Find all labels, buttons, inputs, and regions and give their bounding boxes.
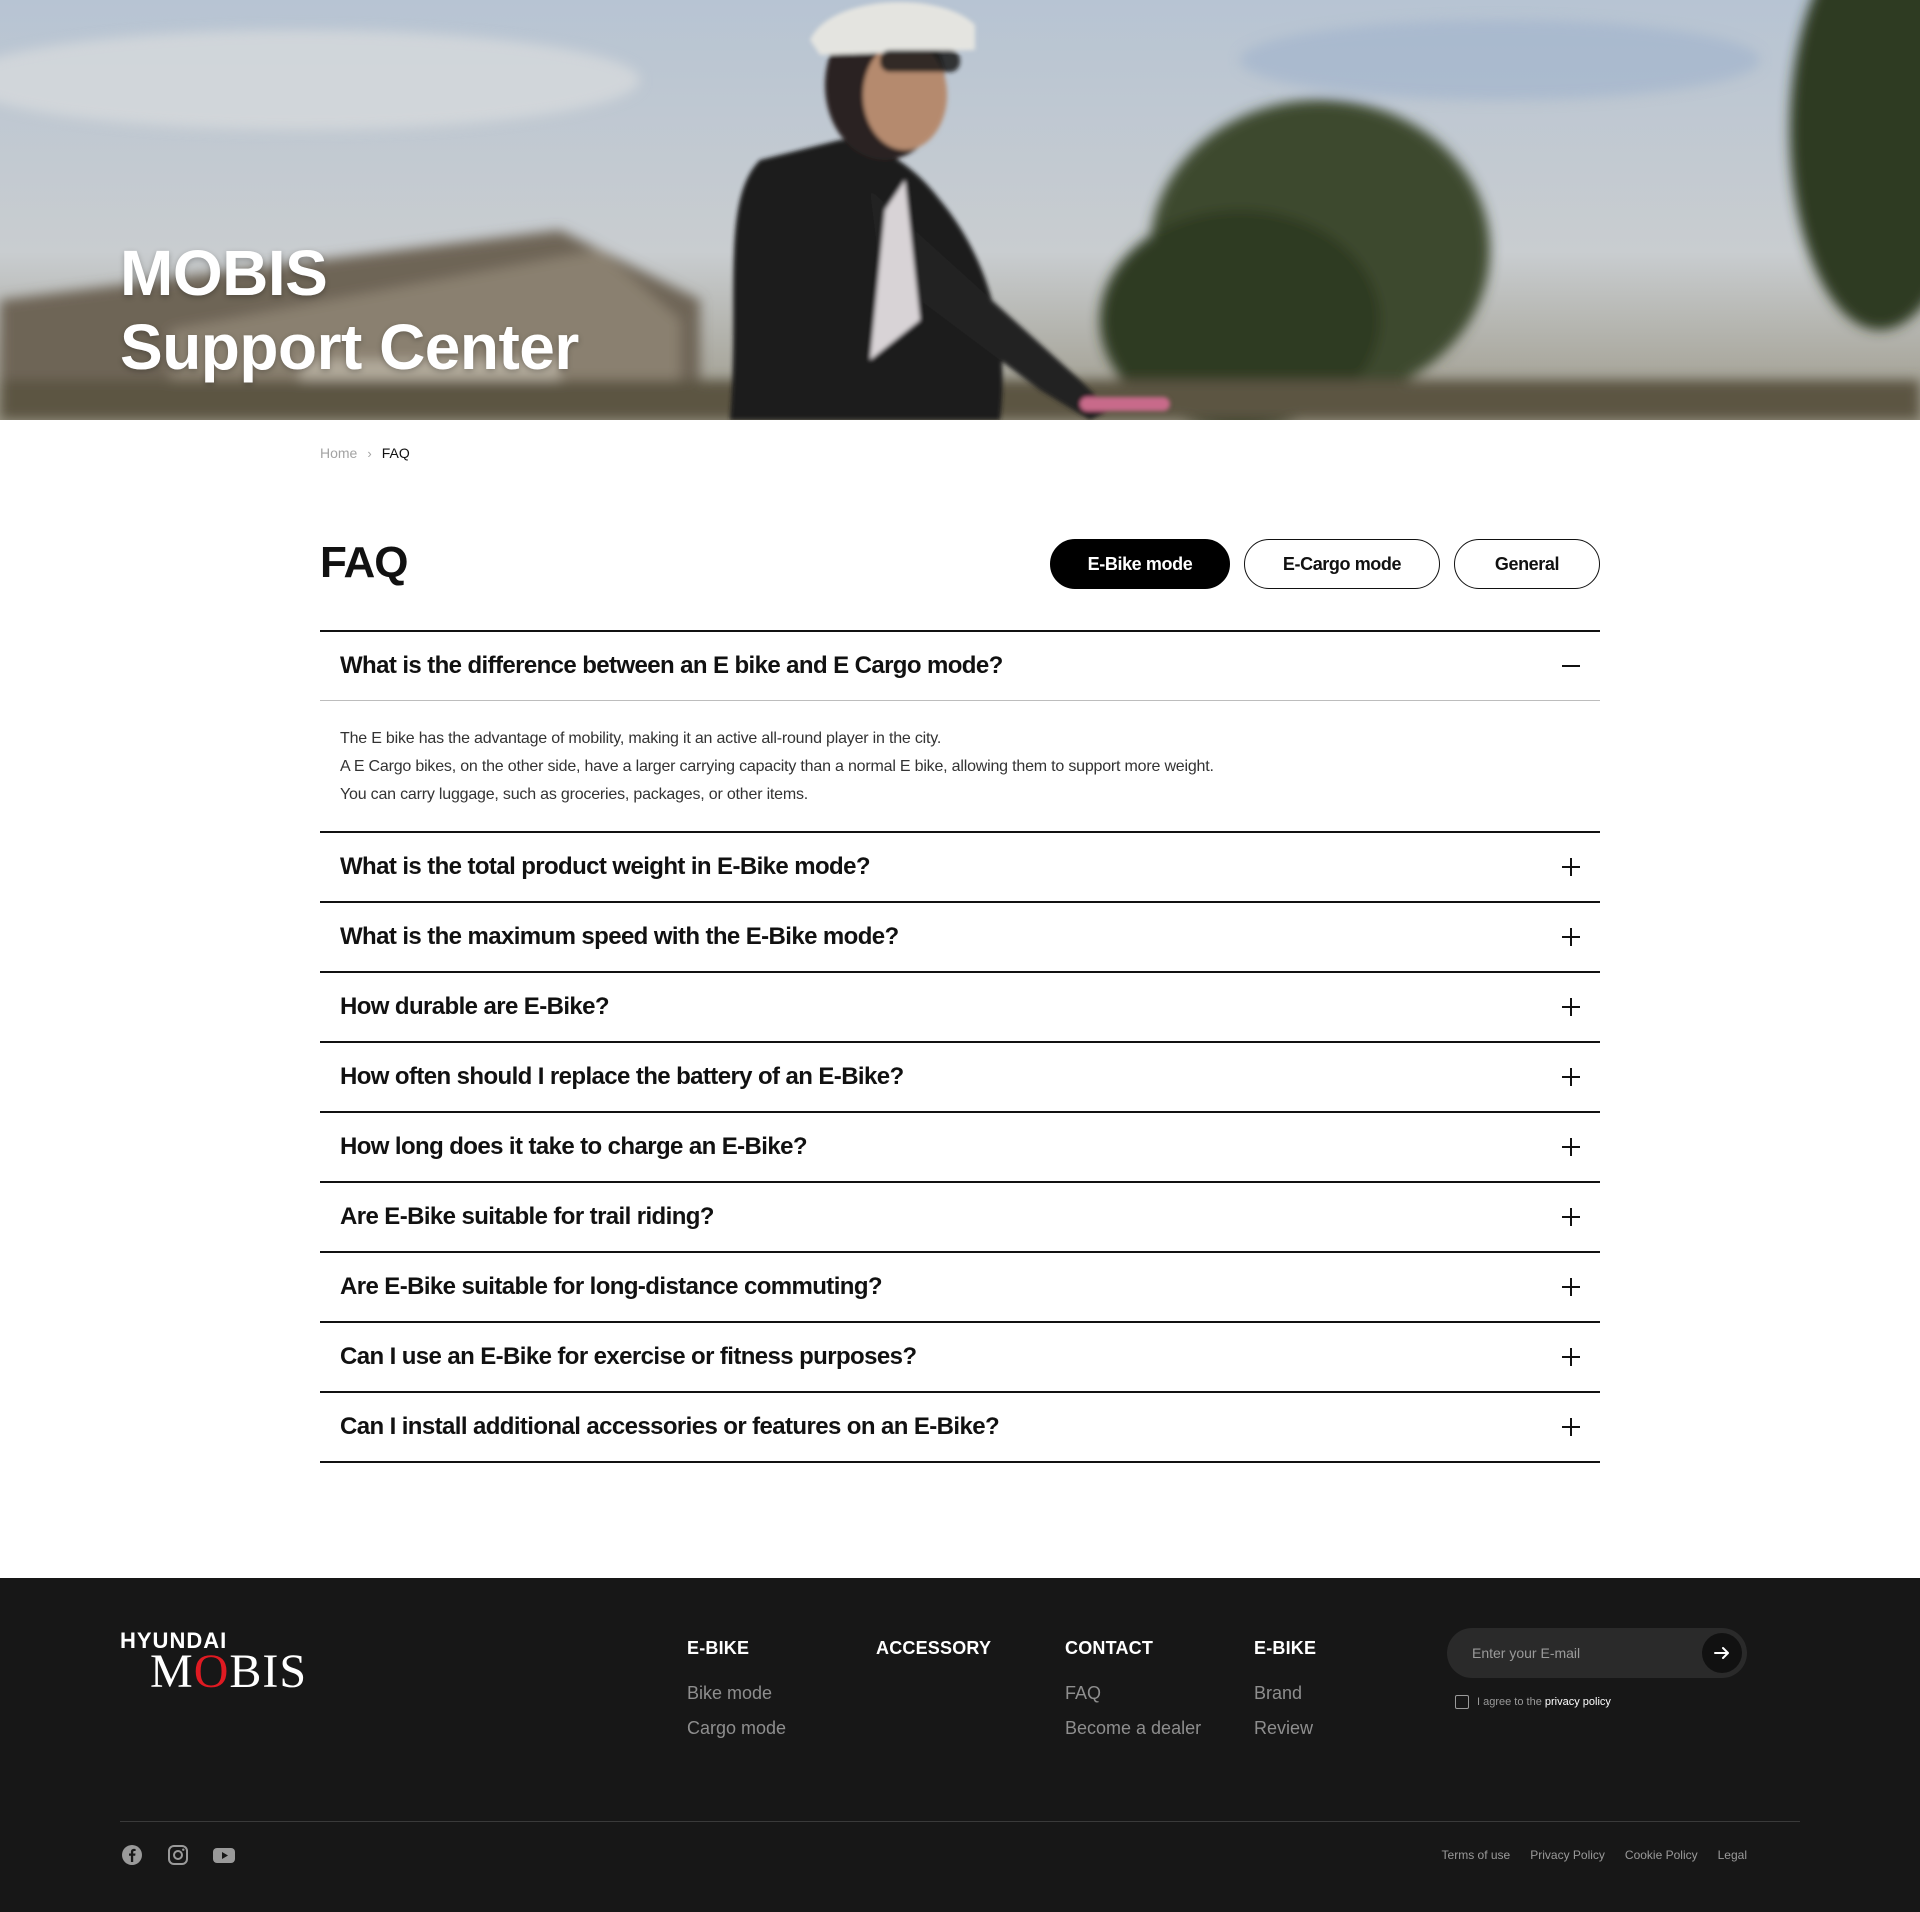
plus-icon[interactable]: [1562, 1068, 1580, 1086]
faq-item: Can I install additional accessories or …: [320, 1393, 1600, 1463]
faq-question: Are E-Bike suitable for trail riding?: [340, 1203, 714, 1230]
faq-item: What is the difference between an E bike…: [320, 632, 1600, 833]
footer-column-heading: CONTACT: [1065, 1638, 1154, 1658]
faq-accordion: What is the difference between an E bike…: [320, 630, 1600, 1463]
social-links: [120, 1843, 236, 1867]
faq-question: Can I use an E-Bike for exercise or fitn…: [340, 1343, 917, 1370]
faq-item: Can I use an E-Bike for exercise or fitn…: [320, 1323, 1600, 1393]
faq-question: Are E-Bike suitable for long-distance co…: [340, 1273, 883, 1300]
faq-question-row[interactable]: What is the maximum speed with the E-Bik…: [320, 903, 1600, 971]
faq-item: How often should I replace the battery o…: [320, 1043, 1600, 1113]
breadcrumb-home-link[interactable]: Home: [320, 445, 357, 461]
faq-question-row[interactable]: Are E-Bike suitable for trail riding?: [320, 1183, 1600, 1251]
faq-question: What is the maximum speed with the E-Bik…: [340, 923, 899, 950]
footer-column-e-bike-2: E-BIKE Brand Review: [1254, 1638, 1316, 1753]
breadcrumb: Home › FAQ: [320, 445, 410, 461]
newsletter-form: [1447, 1628, 1747, 1678]
minus-icon[interactable]: [1562, 657, 1580, 675]
footer-column-heading: E-BIKE: [687, 1638, 750, 1658]
tab-e-cargo-mode[interactable]: E-Cargo mode: [1244, 539, 1440, 589]
hero-title-line1: MOBIS: [120, 237, 328, 309]
plus-icon[interactable]: [1562, 928, 1580, 946]
faq-item: Are E-Bike suitable for trail riding?: [320, 1183, 1600, 1253]
footer-link-review[interactable]: Review: [1254, 1718, 1316, 1739]
tab-general[interactable]: General: [1454, 539, 1600, 589]
plus-icon[interactable]: [1562, 1138, 1580, 1156]
faq-question: What is the difference between an E bike…: [340, 652, 1003, 679]
footer-divider: [120, 1821, 1800, 1822]
plus-icon[interactable]: [1562, 1418, 1580, 1436]
faq-item: Are E-Bike suitable for long-distance co…: [320, 1253, 1600, 1323]
faq-question-row[interactable]: Can I install additional accessories or …: [320, 1393, 1600, 1461]
privacy-agree-label: I agree to the privacy policy: [1477, 1696, 1611, 1708]
plus-icon[interactable]: [1562, 858, 1580, 876]
hyundai-mobis-logo[interactable]: HYUNDAI MOBIS: [120, 1628, 306, 1698]
plus-icon[interactable]: [1562, 1348, 1580, 1366]
footer-column-heading: E-BIKE: [1254, 1638, 1317, 1658]
privacy-policy-link[interactable]: privacy policy: [1545, 1696, 1611, 1708]
faq-question-row[interactable]: How long does it take to charge an E-Bik…: [320, 1113, 1600, 1181]
hero-banner: MOBIS Support Center: [0, 0, 1920, 420]
logo-mobis-text: MOBIS: [150, 1644, 307, 1699]
cookie-policy-link[interactable]: Cookie Policy: [1625, 1848, 1698, 1862]
footer-link-become-dealer[interactable]: Become a dealer: [1065, 1718, 1201, 1739]
faq-item: What is the maximum speed with the E-Bik…: [320, 903, 1600, 973]
chevron-right-icon: ›: [367, 445, 372, 461]
faq-question-row[interactable]: Can I use an E-Bike for exercise or fitn…: [320, 1323, 1600, 1391]
faq-question-row[interactable]: What is the difference between an E bike…: [320, 632, 1600, 701]
breadcrumb-current: FAQ: [381, 445, 410, 461]
plus-icon[interactable]: [1562, 998, 1580, 1016]
plus-icon[interactable]: [1562, 1278, 1580, 1296]
faq-item: How long does it take to charge an E-Bik…: [320, 1113, 1600, 1183]
faq-category-tabs: E-Bike mode E-Cargo mode General: [1050, 539, 1600, 589]
faq-question-row[interactable]: How often should I replace the battery o…: [320, 1043, 1600, 1111]
faq-question: How durable are E-Bike?: [340, 993, 610, 1020]
privacy-agree: I agree to the privacy policy: [1455, 1695, 1611, 1709]
site-footer: HYUNDAI MOBIS E-BIKE Bike mode Cargo mod…: [0, 1578, 1920, 1912]
submit-arrow-button[interactable]: [1702, 1633, 1742, 1673]
faq-question: Can I install additional accessories or …: [340, 1413, 1000, 1440]
footer-column-contact: CONTACT FAQ Become a dealer: [1065, 1638, 1201, 1753]
faq-answer: The E bike has the advantage of mobility…: [320, 701, 1600, 831]
privacy-checkbox[interactable]: [1455, 1695, 1469, 1709]
footer-column-heading[interactable]: ACCESSORY: [876, 1638, 991, 1659]
arrow-right-icon: [1714, 1647, 1729, 1659]
page-title: FAQ: [320, 538, 408, 587]
tab-e-bike-mode[interactable]: E-Bike mode: [1050, 539, 1230, 589]
footer-column-accessory: ACCESSORY: [876, 1638, 991, 1683]
faq-question: How often should I replace the battery o…: [340, 1063, 904, 1090]
logo-mobis-o: O: [193, 1645, 230, 1698]
logo-mobis-m: M: [150, 1645, 194, 1698]
faq-answer-line: A E Cargo bikes, on the other side, have…: [340, 758, 1214, 775]
hero-title: MOBIS Support Center: [120, 236, 579, 384]
terms-of-use-link[interactable]: Terms of use: [1442, 1848, 1511, 1862]
logo-mobis-bis: BIS: [229, 1645, 308, 1698]
faq-answer-line: The E bike has the advantage of mobility…: [340, 730, 942, 747]
hero-title-line2: Support Center: [120, 311, 579, 383]
facebook-icon[interactable]: [120, 1843, 144, 1867]
footer-link-faq[interactable]: FAQ: [1065, 1683, 1201, 1704]
faq-question-row[interactable]: What is the total product weight in E-Bi…: [320, 833, 1600, 901]
plus-icon[interactable]: [1562, 1208, 1580, 1226]
privacy-agree-prefix: I agree to the: [1477, 1696, 1545, 1708]
privacy-policy-footer-link[interactable]: Privacy Policy: [1530, 1848, 1605, 1862]
instagram-icon[interactable]: [166, 1843, 190, 1867]
faq-question: How long does it take to charge an E-Bik…: [340, 1133, 807, 1160]
footer-column-e-bike: E-BIKE Bike mode Cargo mode: [687, 1638, 786, 1753]
footer-link-brand[interactable]: Brand: [1254, 1683, 1316, 1704]
faq-question: What is the total product weight in E-Bi…: [340, 853, 870, 880]
footer-link-bike-mode[interactable]: Bike mode: [687, 1683, 786, 1704]
email-input[interactable]: [1472, 1645, 1692, 1661]
legal-links: Terms of use Privacy Policy Cookie Polic…: [1442, 1848, 1747, 1862]
faq-question-row[interactable]: How durable are E-Bike?: [320, 973, 1600, 1041]
legal-link[interactable]: Legal: [1718, 1848, 1747, 1862]
faq-item: How durable are E-Bike?: [320, 973, 1600, 1043]
faq-item: What is the total product weight in E-Bi…: [320, 833, 1600, 903]
faq-answer-line: You can carry luggage, such as groceries…: [340, 786, 809, 803]
faq-question-row[interactable]: Are E-Bike suitable for long-distance co…: [320, 1253, 1600, 1321]
youtube-icon[interactable]: [212, 1843, 236, 1867]
footer-link-cargo-mode[interactable]: Cargo mode: [687, 1718, 786, 1739]
